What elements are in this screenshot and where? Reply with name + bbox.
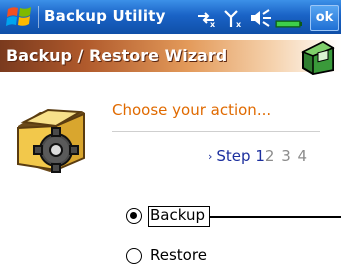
backup-radio[interactable]	[126, 208, 142, 224]
action-prompt: Choose your action...	[112, 101, 272, 119]
focus-indicator	[148, 206, 210, 227]
svg-text:x: x	[210, 20, 216, 28]
backup-disk-icon	[301, 40, 335, 76]
focus-line	[210, 216, 341, 218]
app-title: Backup Utility	[44, 7, 166, 25]
system-tray: x x	[195, 8, 305, 28]
option-restore[interactable]: Restore	[126, 246, 246, 268]
step-future: 2 3 4	[264, 147, 309, 165]
speaker-icon[interactable]	[249, 8, 275, 28]
taskbar-separator	[38, 6, 39, 28]
step-arrow-icon: ›	[208, 150, 213, 163]
taskbar: Backup Utility x x ok	[0, 0, 341, 34]
step-indicator: › Step 12 3 4	[208, 147, 308, 165]
connectivity-icon[interactable]: x	[195, 8, 217, 28]
folder-gear-icon	[17, 108, 85, 173]
restore-label[interactable]: Restore	[150, 246, 207, 264]
start-flag-icon[interactable]	[5, 5, 35, 29]
signal-icon[interactable]: x	[223, 8, 245, 28]
wizard-title: Backup / Restore Wizard	[6, 46, 228, 65]
step-current: 1	[255, 147, 265, 165]
divider	[112, 131, 320, 132]
restore-radio[interactable]	[126, 248, 142, 264]
svg-text:x: x	[236, 20, 242, 28]
ok-button[interactable]: ok	[310, 5, 339, 31]
wizard-header: Backup / Restore Wizard	[0, 40, 341, 72]
step-label: Step	[216, 147, 251, 165]
battery-icon[interactable]	[275, 8, 303, 28]
